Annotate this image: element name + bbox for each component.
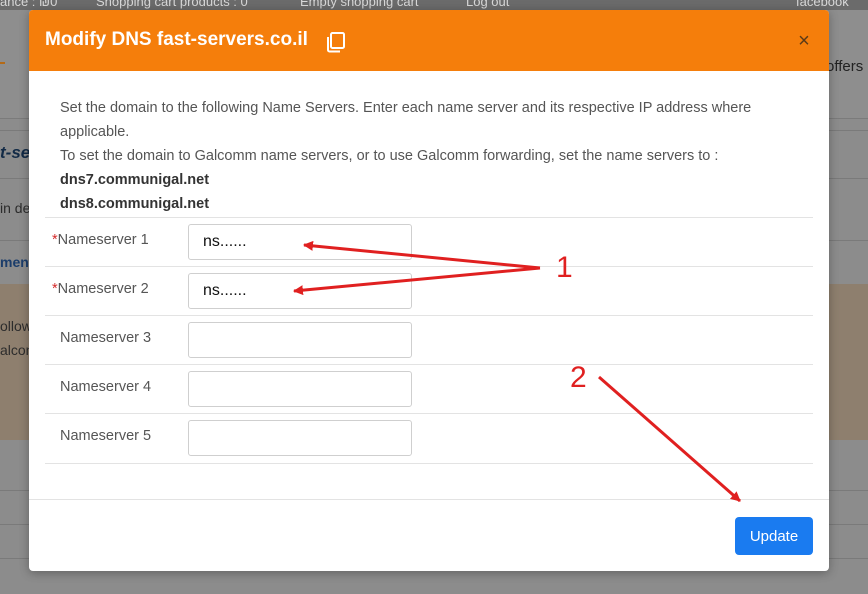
default-nameserver-1: dns7.communigal.net xyxy=(60,172,210,188)
cart-products-link[interactable]: Shopping cart products : 0 xyxy=(96,0,248,9)
nameserver-row: *Nameserver 1 xyxy=(45,217,813,267)
balance-text: ance : ₪0 xyxy=(0,0,58,9)
nameserver-label: *Nameserver 2 xyxy=(52,281,149,297)
close-button[interactable]: × xyxy=(793,30,815,52)
background-offers-link: offers xyxy=(826,58,864,75)
nameserver-row: Nameserver 3 xyxy=(45,315,813,365)
logout-link[interactable]: Log out xyxy=(466,0,509,9)
update-button[interactable]: Update xyxy=(735,517,813,555)
background-text: in de xyxy=(0,200,31,216)
nameserver-row: *Nameserver 2 xyxy=(45,266,813,316)
nameserver-3-input[interactable] xyxy=(188,322,412,358)
background-notice-text: ollow xyxy=(0,318,32,334)
nameserver-label: *Nameserver 1 xyxy=(52,232,149,248)
nameserver-label: Nameserver 5 xyxy=(60,428,152,444)
intro-text: To set the domain to Galcomm name server… xyxy=(60,148,719,164)
annotation-step-1: 1 xyxy=(556,251,573,284)
background-logo-fragment xyxy=(0,62,5,64)
modal-title: Modify DNS fast-servers.co.il xyxy=(45,29,308,50)
nameserver-4-input[interactable] xyxy=(188,371,412,407)
intro-text: Set the domain to the following Name Ser… xyxy=(60,100,752,140)
modify-dns-modal: Modify DNS fast-servers.co.il × Set the … xyxy=(29,10,829,571)
nameserver-row: Nameserver 5 xyxy=(45,413,813,464)
nameserver-label: Nameserver 3 xyxy=(60,330,152,346)
default-nameserver-2: dns8.communigal.net xyxy=(60,196,210,212)
facebook-link[interactable]: facebook xyxy=(796,0,849,9)
background-page-title: t-se xyxy=(0,143,31,162)
nameserver-5-input[interactable] xyxy=(188,420,412,456)
nameserver-row: Nameserver 4 xyxy=(45,364,813,414)
modal-intro: Set the domain to the following Name Ser… xyxy=(60,96,800,216)
annotation-step-2: 2 xyxy=(570,361,587,394)
background-top-bar: ance : ₪0 Shopping cart products : 0 Emp… xyxy=(0,0,868,10)
nameserver-label: Nameserver 4 xyxy=(60,379,152,395)
nameserver-1-input[interactable] xyxy=(188,224,412,260)
modal-header: Modify DNS fast-servers.co.il × xyxy=(29,10,829,71)
empty-cart-link[interactable]: Empty shopping cart xyxy=(300,0,419,9)
nameserver-2-input[interactable] xyxy=(188,273,412,309)
copy-icon[interactable] xyxy=(325,31,347,53)
modal-footer-divider xyxy=(29,499,829,500)
